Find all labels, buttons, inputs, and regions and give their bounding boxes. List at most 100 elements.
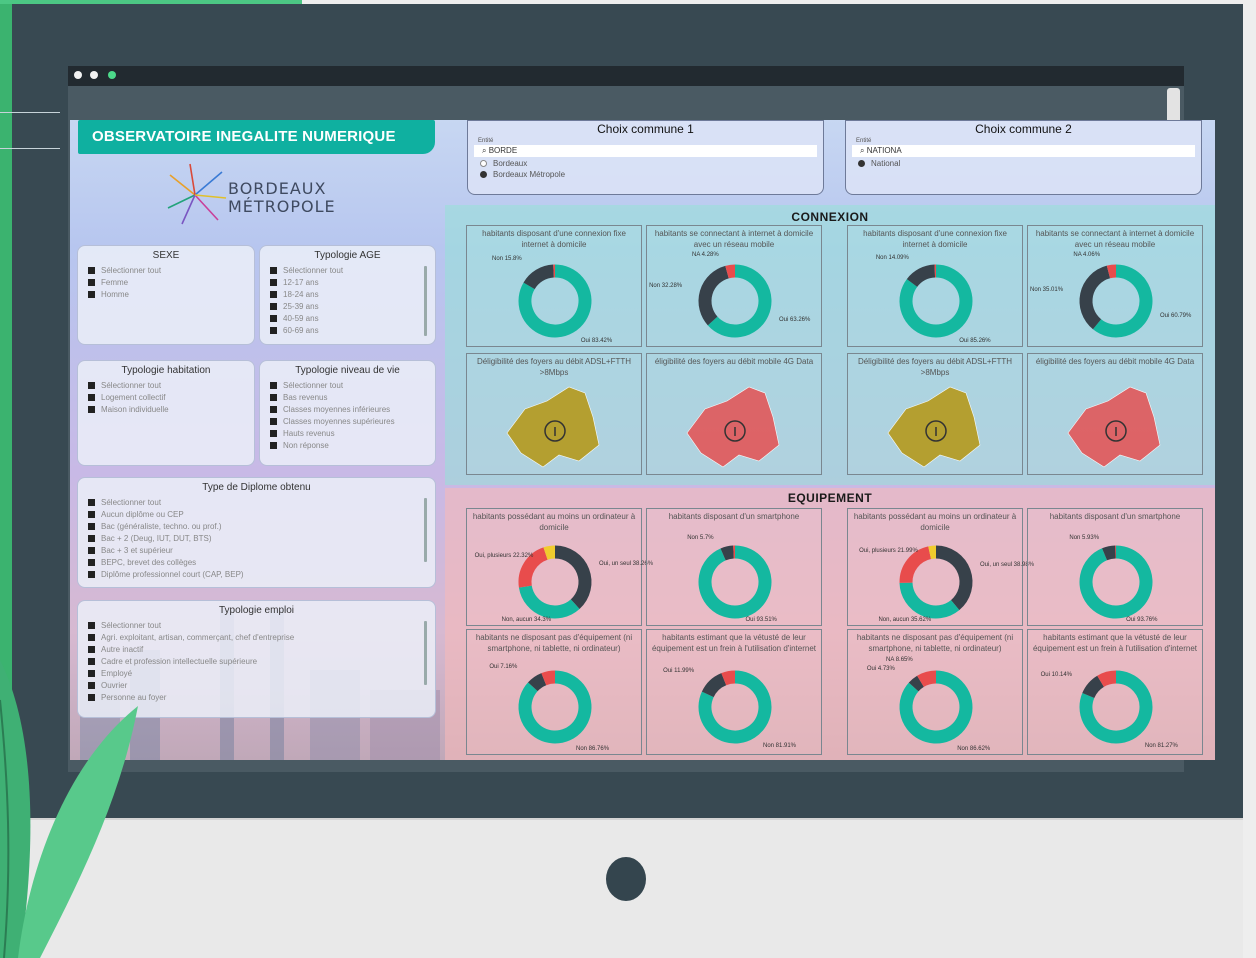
donut-chart-card[interactable]: habitants disposant d'un smartphone Oui 9… [646, 508, 822, 626]
donut-slice[interactable] [928, 545, 937, 560]
donut-slice[interactable] [899, 546, 932, 584]
donut-chart-card[interactable]: habitants estimant que la vétusté de leu… [646, 629, 822, 755]
filter-option[interactable]: 40-59 ans [260, 312, 435, 324]
donut-slice[interactable] [720, 545, 735, 561]
dashboard: OBSERVATOIRE INEGALITE NUMERIQUE BORDEAU… [70, 120, 1215, 760]
map-region[interactable] [887, 386, 981, 468]
filter-option[interactable]: Bac + 3 et supérieur [78, 544, 435, 556]
filter-option[interactable]: Bac (généraliste, techno. ou prof.) [78, 520, 435, 532]
donut-chart-card[interactable]: habitants possédant au moins un ordinate… [847, 508, 1034, 626]
window-dot-icon[interactable] [74, 71, 82, 79]
donut-slice[interactable] [543, 545, 556, 560]
map-card[interactable]: éligibilité des foyers au débit mobile 4… [1027, 353, 1203, 475]
donut-slice[interactable] [698, 265, 730, 326]
filter-option[interactable]: Hauts revenus [260, 427, 435, 439]
slice-label: Oui 63.26% [779, 316, 811, 323]
donut-slice[interactable] [528, 673, 547, 692]
donut-slice[interactable] [935, 545, 973, 611]
commune-1-search-input[interactable]: ⌕ BORDE [474, 145, 817, 157]
donut-chart-card[interactable]: habitants disposant d'une connexion fixe… [847, 225, 1023, 347]
panel-scrollbar[interactable] [424, 266, 427, 336]
power-button-icon[interactable] [606, 857, 646, 901]
window-dot-icon[interactable] [108, 71, 116, 79]
donut-slice[interactable] [1106, 264, 1117, 279]
panel-scrollbar[interactable] [424, 621, 427, 685]
donut-chart-card[interactable]: habitants possédant au moins un ordinate… [466, 508, 653, 626]
donut-slice[interactable] [541, 670, 556, 686]
checkbox-icon [88, 290, 95, 298]
filter-option[interactable]: 60-69 ans [260, 324, 435, 336]
filter-option[interactable]: Sélectionner tout [78, 496, 435, 508]
donut-slice[interactable] [899, 582, 960, 619]
donut-chart-card[interactable]: habitants disposant d'un smartphone Oui 9… [1027, 508, 1203, 626]
filter-option[interactable]: Sélectionner tout [260, 264, 435, 276]
filter-option[interactable]: Classes moyennes inférieures [260, 403, 435, 415]
map-region[interactable] [686, 386, 780, 468]
donut-slice[interactable] [917, 670, 937, 688]
donut-chart-card[interactable]: habitants ne disposant pas d'équipement … [466, 629, 642, 755]
filter-option[interactable]: 25-39 ans [260, 300, 435, 312]
commune-2-option[interactable]: National [846, 158, 1201, 169]
filter-option[interactable]: Autre inactif [78, 643, 435, 655]
donut-slice[interactable] [698, 545, 772, 619]
donut-chart-card[interactable]: habitants se connectant à internet à dom… [646, 225, 822, 347]
filter-option[interactable]: Sélectionner tout [260, 379, 435, 391]
filter-option-label: Sélectionner tout [101, 620, 162, 630]
filter-option[interactable]: Personne au foyer [78, 691, 435, 703]
filter-option[interactable]: Femme [78, 276, 254, 288]
donut-slice[interactable] [1079, 545, 1153, 619]
slice-label: Non 35.01% [1030, 286, 1064, 293]
filter-option[interactable]: Sélectionner tout [78, 264, 254, 276]
commune-1-option[interactable]: Bordeaux Métropole [468, 169, 823, 180]
map-card[interactable]: Déligibilité des foyers au débit ADSL+FT… [847, 353, 1023, 475]
donut-slice[interactable] [906, 264, 936, 288]
filter-option[interactable]: Non réponse [260, 439, 435, 451]
filter-option[interactable]: Agri. exploitant, artisan, commerçant, c… [78, 631, 435, 643]
commune-1-option[interactable]: Bordeaux [468, 158, 823, 169]
filter-option[interactable]: Diplôme professionnel court (CAP, BEP) [78, 568, 435, 580]
donut-slice[interactable] [554, 545, 592, 610]
donut-chart-card[interactable]: habitants disposant d'une connexion fixe… [466, 225, 642, 347]
filter-option[interactable]: Sélectionner tout [78, 619, 435, 631]
filter-option[interactable]: Homme [78, 288, 254, 300]
filter-option[interactable]: BEPC, brevet des collèges [78, 556, 435, 568]
filter-option[interactable]: Classes moyennes supérieures [260, 415, 435, 427]
filter-option[interactable]: Employé [78, 667, 435, 679]
equipement-section: EQUIPEMENT habitants possédant au moins … [445, 488, 1215, 760]
map-region[interactable] [1067, 386, 1161, 468]
donut-slice[interactable] [1097, 670, 1117, 688]
filter-option[interactable]: 18-24 ans [260, 288, 435, 300]
donut-slice[interactable] [701, 673, 727, 698]
donut-slice[interactable] [518, 585, 580, 619]
commune-2-search-input[interactable]: ⌕ NATIONA [852, 145, 1195, 157]
filter-option[interactable]: Bac + 2 (Deug, IUT, DUT, BTS) [78, 532, 435, 544]
map-card[interactable]: Déligibilité des foyers au débit ADSL+FT… [466, 353, 642, 475]
donut-slice[interactable] [1082, 675, 1105, 699]
donut-slice[interactable] [725, 264, 736, 279]
map-region[interactable] [506, 386, 600, 468]
map-card[interactable]: éligibilité des foyers au débit mobile 4… [646, 353, 822, 475]
donut-slice[interactable] [908, 675, 925, 692]
filter-option[interactable]: Aucun diplôme ou CEP [78, 508, 435, 520]
filter-option[interactable]: Cadre et profession intellectuelle supér… [78, 655, 435, 667]
panel-scrollbar[interactable] [424, 498, 427, 562]
filter-option[interactable]: Logement collectif [78, 391, 254, 403]
donut-slice[interactable] [1102, 545, 1116, 561]
filter-option[interactable]: 12-17 ans [260, 276, 435, 288]
donut-slice[interactable] [1079, 265, 1111, 330]
slice-label: Non 86.76% [576, 746, 610, 752]
donut-chart-card[interactable]: habitants estimant que la vétusté de leu… [1027, 629, 1203, 755]
slice-label: Oui 60.79% [1160, 313, 1192, 320]
filter-title: Typologie habitation [121, 365, 211, 376]
donut-chart-card[interactable]: habitants se connectant à internet à dom… [1027, 225, 1203, 347]
window-dot-icon[interactable] [90, 71, 98, 79]
filter-option-label: Agri. exploitant, artisan, commerçant, c… [101, 632, 295, 642]
donut-slice[interactable] [523, 264, 555, 290]
donut-slice[interactable] [721, 670, 736, 686]
filter-option[interactable]: Maison individuelle [78, 403, 254, 415]
filter-option-label: 25-39 ans [283, 301, 319, 311]
filter-option[interactable]: Sélectionner tout [78, 379, 254, 391]
donut-chart-card[interactable]: habitants ne disposant pas d'équipement … [847, 629, 1023, 755]
filter-option[interactable]: Ouvrier [78, 679, 435, 691]
filter-option[interactable]: Bas revenus [260, 391, 435, 403]
